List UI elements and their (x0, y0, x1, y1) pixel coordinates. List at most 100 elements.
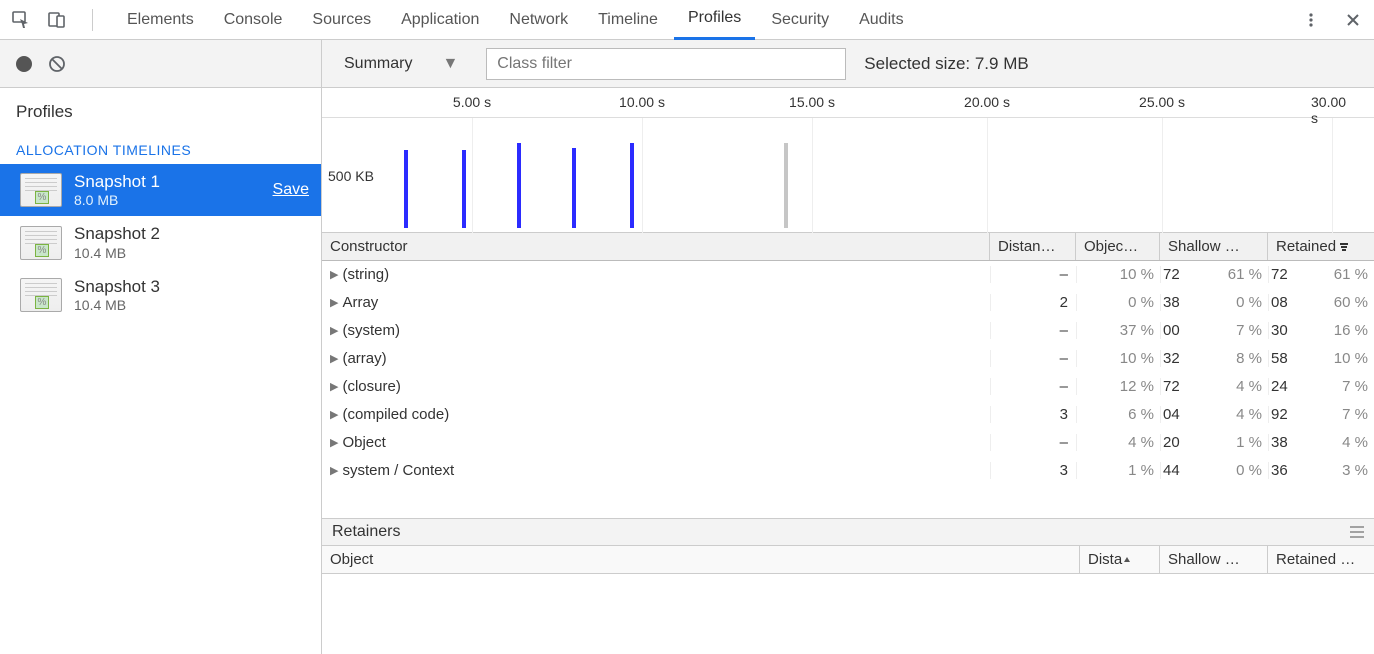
tab-audits[interactable]: Audits (845, 1, 917, 39)
constructor-row[interactable]: ▶Object – 4 % 201 % 384 % (322, 429, 1374, 457)
cell-retained: 363 % (1268, 462, 1374, 479)
cell-distance: – (990, 378, 1076, 395)
allocation-timeline[interactable]: 5.00 s10.00 s15.00 s20.00 s25.00 s30.00 … (322, 88, 1374, 233)
tab-network[interactable]: Network (495, 1, 582, 39)
cell-retained: 927 % (1268, 406, 1374, 423)
col-retained[interactable]: Retained (1268, 233, 1374, 260)
retainers-body (322, 574, 1374, 654)
content-pane: Summary ▼ Selected size: 7.9 MB 5.00 s10… (322, 40, 1374, 654)
rcol-object[interactable]: Object (322, 546, 1080, 573)
retainers-title: Retainers (332, 523, 400, 541)
tab-security[interactable]: Security (757, 1, 843, 39)
constructor-name: Object (342, 434, 385, 451)
devtools-toolbar: ElementsConsoleSourcesApplicationNetwork… (0, 0, 1374, 40)
sidebar-toolbar (0, 40, 321, 88)
cell-distance: 3 (990, 462, 1076, 479)
expand-triangle-icon[interactable]: ▶ (330, 296, 338, 309)
col-distance[interactable]: Distan… (990, 233, 1076, 260)
kebab-menu-icon[interactable] (1300, 9, 1322, 31)
expand-triangle-icon[interactable]: ▶ (330, 324, 338, 337)
constructor-row[interactable]: ▶(string) – 10 % 7261 % 7261 % (322, 261, 1374, 289)
cell-retained: 384 % (1268, 434, 1374, 451)
tab-console[interactable]: Console (210, 1, 297, 39)
tab-elements[interactable]: Elements (113, 1, 208, 39)
col-constructor[interactable]: Constructor (322, 233, 990, 260)
tab-application[interactable]: Application (387, 1, 493, 39)
col-shallow[interactable]: Shallow … (1160, 233, 1268, 260)
snapshot-item[interactable]: % Snapshot 1 8.0 MB Save (0, 164, 321, 216)
timeline-gridline (472, 118, 473, 233)
constructor-row[interactable]: ▶system / Context 3 1 % 440 % 363 % (322, 457, 1374, 485)
sidebar-section-label: ALLOCATION TIMELINES (0, 132, 321, 164)
constructor-table: Constructor Distan… Objec… Shallow … Ret… (322, 233, 1374, 518)
cell-objects: 12 % (1076, 378, 1160, 395)
constructor-row[interactable]: ▶(system) – 37 % 007 % 3016 % (322, 317, 1374, 345)
snapshot-item[interactable]: % Snapshot 3 10.4 MB (0, 269, 321, 321)
constructor-table-header: Constructor Distan… Objec… Shallow … Ret… (322, 233, 1374, 261)
cell-retained: 3016 % (1268, 322, 1374, 339)
cell-distance: – (990, 434, 1076, 451)
timeline-y-label: 500 KB (328, 168, 374, 184)
expand-triangle-icon[interactable]: ▶ (330, 352, 338, 365)
tab-timeline[interactable]: Timeline (584, 1, 672, 39)
timeline-tick: 5.00 s (453, 94, 491, 110)
view-dropdown[interactable]: Summary ▼ (334, 49, 468, 79)
expand-triangle-icon[interactable]: ▶ (330, 268, 338, 281)
snapshot-icon: % (20, 226, 62, 260)
constructor-row[interactable]: ▶(closure) – 12 % 724 % 247 % (322, 373, 1374, 401)
timeline-bar (784, 143, 788, 228)
cell-retained: 5810 % (1268, 350, 1374, 367)
sort-desc-icon (1339, 242, 1349, 252)
profiles-sidebar: Profiles ALLOCATION TIMELINES % Snapshot… (0, 40, 322, 654)
rcol-retained[interactable]: Retained … (1268, 546, 1374, 573)
constructor-name: (system) (342, 322, 400, 339)
col-objects[interactable]: Objec… (1076, 233, 1160, 260)
constructor-name: Array (342, 294, 378, 311)
constructor-name: (string) (342, 266, 389, 283)
retainers-bar: Retainers (322, 518, 1374, 546)
timeline-bar (630, 143, 634, 228)
tab-sources[interactable]: Sources (298, 1, 385, 39)
cell-objects: 10 % (1076, 266, 1160, 283)
class-filter-input[interactable] (486, 48, 846, 80)
cell-distance: – (990, 322, 1076, 339)
snapshot-size: 10.4 MB (74, 297, 160, 313)
record-button[interactable] (16, 56, 32, 72)
tab-profiles[interactable]: Profiles (674, 0, 755, 40)
sidebar-title: Profiles (0, 88, 321, 132)
constructor-row[interactable]: ▶(array) – 10 % 328 % 5810 % (322, 345, 1374, 373)
cell-objects: 6 % (1076, 406, 1160, 423)
cell-distance: 2 (990, 294, 1076, 311)
expand-triangle-icon[interactable]: ▶ (330, 464, 338, 477)
snapshot-save-link[interactable]: Save (273, 181, 309, 199)
device-icon[interactable] (46, 9, 68, 31)
close-icon[interactable] (1342, 9, 1364, 31)
expand-triangle-icon[interactable]: ▶ (330, 436, 338, 449)
sort-asc-icon (1122, 555, 1132, 565)
expand-triangle-icon[interactable]: ▶ (330, 408, 338, 421)
timeline-bar (404, 150, 408, 228)
clear-icon[interactable] (46, 53, 68, 75)
inspect-icon[interactable] (10, 9, 32, 31)
cell-shallow: 380 % (1160, 294, 1268, 311)
cell-objects: 0 % (1076, 294, 1160, 311)
cell-shallow: 044 % (1160, 406, 1268, 423)
rcol-shallow[interactable]: Shallow … (1160, 546, 1268, 573)
expand-triangle-icon[interactable]: ▶ (330, 380, 338, 393)
cell-distance: – (990, 266, 1076, 283)
cell-objects: 1 % (1076, 462, 1160, 479)
hamburger-icon[interactable] (1350, 526, 1364, 538)
rcol-distance[interactable]: Dista (1080, 546, 1160, 573)
cell-retained: 247 % (1268, 378, 1374, 395)
timeline-bar (462, 150, 466, 228)
cell-retained: 7261 % (1268, 266, 1374, 283)
timeline-gridline (987, 118, 988, 233)
constructor-name: (closure) (342, 378, 400, 395)
constructor-row[interactable]: ▶Array 2 0 % 380 % 0860 % (322, 289, 1374, 317)
cell-objects: 37 % (1076, 322, 1160, 339)
snapshot-item[interactable]: % Snapshot 2 10.4 MB (0, 216, 321, 268)
constructor-name: system / Context (342, 462, 454, 479)
timeline-gridline (812, 118, 813, 233)
constructor-row[interactable]: ▶(compiled code) 3 6 % 044 % 927 % (322, 401, 1374, 429)
snapshot-icon: % (20, 278, 62, 312)
